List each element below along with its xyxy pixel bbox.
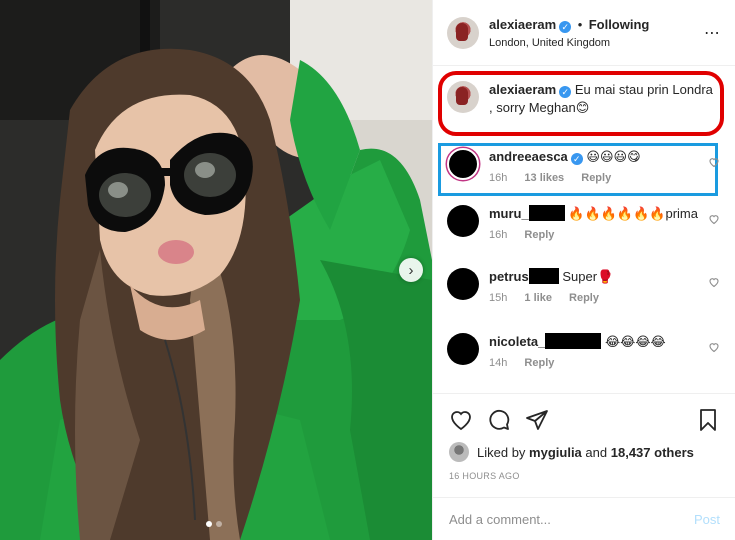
comment-text: 😃😃😃😋 [586,149,641,164]
save-bookmark-icon[interactable] [696,408,720,432]
redaction-bar [545,333,602,349]
header-separator: • [577,17,583,32]
reply-button[interactable]: Reply [524,357,554,369]
commenter-username[interactable]: muru_ [489,206,529,221]
like-heart-icon[interactable] [449,408,473,432]
comment-meta: 14h Reply [489,357,722,369]
chevron-right-icon: › [408,261,414,279]
more-options-icon[interactable]: ⋯ [704,23,721,43]
likes-others-link[interactable]: 18,437 others [611,445,694,460]
share-paper-plane-icon[interactable] [525,408,549,432]
comment-item: petrus Super🥊 15h 1 like Reply [447,268,722,304]
verified-badge-icon: ✓ [559,21,572,33]
reply-button[interactable]: Reply [569,292,599,304]
likes-prefix: Liked by [477,444,526,460]
comment-time[interactable]: 15h [489,292,507,304]
author-info: alexiaeram ✓ • Following London, United K… [489,16,704,49]
comment-bubble-icon[interactable] [487,408,511,432]
commenter-avatar-redacted[interactable] [447,205,479,237]
verified-badge-icon: ✓ [559,86,572,98]
add-comment-bar: Post [433,497,735,540]
commenter-username[interactable]: nicoleta_ [489,334,545,349]
commenter-avatar[interactable] [447,148,479,180]
comment-text: 😂😂😂😂 [604,334,666,349]
commenter-username[interactable]: petrus [489,269,529,284]
next-slide-button[interactable]: › [399,258,423,282]
comment-heart-icon[interactable] [708,276,720,288]
comment-heart-icon[interactable] [708,213,720,225]
likes-joiner: and [585,444,608,460]
post-header: alexiaeram ✓ • Following London, United K… [433,0,735,66]
commenter-avatar-redacted[interactable] [447,268,479,300]
comment-meta: 16h 13 likes Reply [489,172,722,184]
liker-username[interactable]: mygiulia [529,445,582,460]
post-comment-button[interactable]: Post [694,512,720,527]
commenter-username[interactable]: andreeaesca [489,149,568,164]
comment-meta: 16h Reply [489,229,722,241]
post-location[interactable]: London, United Kingdom [489,37,704,49]
carousel-dot [216,521,222,527]
instagram-post: › alexiaeram ✓ • Following London, United… [0,0,735,540]
add-comment-input[interactable] [449,511,694,527]
likes-summary: Liked by mygiulia and 18,437 others [449,442,694,462]
comment-likes[interactable]: 13 likes [524,172,564,184]
comment-item: nicoleta_ 😂😂😂😂 14h Reply [447,333,722,369]
comment-item: muru_ 🔥🔥🔥🔥🔥🔥prima 16h Reply [447,205,722,241]
caption-avatar[interactable] [447,81,479,113]
comment-time[interactable]: 16h [489,229,507,241]
comment-text: 🔥🔥🔥🔥🔥🔥prima [568,206,698,221]
selfie-image [0,0,432,540]
redaction-bar [528,268,559,284]
comment-body: andreeaesca ✓ 😃😃😃😋 16h 13 likes Reply [489,148,722,184]
carousel-indicator [206,521,222,527]
comment-text: Super🥊 [562,269,614,284]
redaction-bar [528,205,565,221]
verified-badge-icon: ✓ [570,153,583,165]
author-avatar[interactable] [447,16,479,49]
comment-likes[interactable]: 1 like [524,292,552,304]
caption-text-block: alexiaeram ✓ Eu mai stau prin Londra , so… [489,81,717,117]
post-timestamp[interactable]: 16 HOURS AGO [449,471,520,481]
comment-heart-icon[interactable] [708,341,720,353]
liker-avatar[interactable] [449,442,469,462]
comment-item: andreeaesca ✓ 😃😃😃😋 16h 13 likes Reply [447,148,722,184]
comment-body: muru_ 🔥🔥🔥🔥🔥🔥prima 16h Reply [489,205,722,241]
comment-body: petrus Super🥊 15h 1 like Reply [489,268,722,304]
reply-button[interactable]: Reply [581,172,611,184]
caption-username[interactable]: alexiaeram [489,82,556,97]
comment-meta: 15h 1 like Reply [489,292,722,304]
carousel-dot-active [206,521,212,527]
post-sidebar: alexiaeram ✓ • Following London, United K… [432,0,735,540]
reply-button[interactable]: Reply [524,229,554,241]
comment-heart-icon[interactable] [708,156,720,168]
commenter-avatar-redacted[interactable] [447,333,479,365]
following-button[interactable]: Following [589,17,650,32]
comment-body: nicoleta_ 😂😂😂😂 14h Reply [489,333,722,369]
post-photo[interactable]: › [0,0,432,540]
comment-time[interactable]: 14h [489,357,507,369]
post-caption: alexiaeram ✓ Eu mai stau prin Londra , so… [447,81,717,117]
author-username[interactable]: alexiaeram [489,17,556,32]
comment-time[interactable]: 16h [489,172,507,184]
